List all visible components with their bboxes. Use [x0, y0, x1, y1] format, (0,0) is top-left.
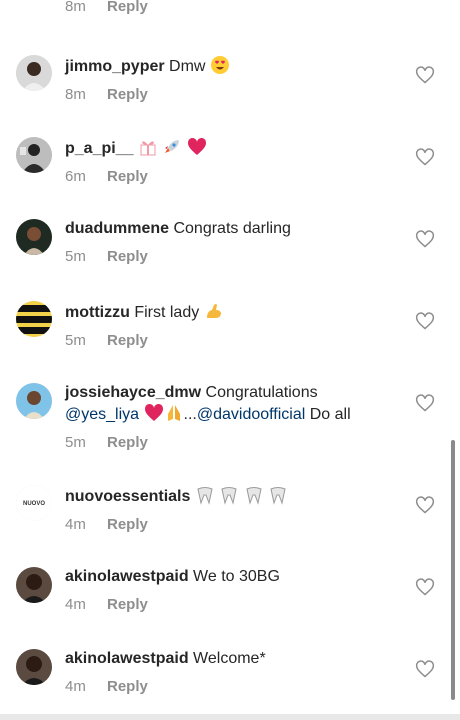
scrollbar[interactable] [451, 440, 455, 700]
comment-meta: 5m Reply [65, 247, 395, 267]
comment-time: 5m [65, 332, 86, 349]
comments-list: 8m Reply jimmo_pyper Dmw 8m Reply p_a_pi… [0, 0, 460, 720]
comment-meta: 8m Reply [65, 85, 395, 105]
heart-outline-icon[interactable] [415, 311, 435, 331]
tooth-emoji-icon [244, 485, 264, 505]
comment-time: 8m [65, 86, 86, 103]
heart-outline-icon[interactable] [415, 393, 435, 413]
reply-button[interactable]: Reply [107, 516, 148, 533]
tooth-emoji-icon [219, 485, 239, 505]
comment-time: 5m [65, 248, 86, 265]
reply-button[interactable]: Reply [107, 86, 148, 103]
bottom-edge [0, 714, 460, 720]
comment-text: nuovoessentials [65, 485, 395, 507]
comment-username[interactable]: jimmo_pyper [65, 58, 165, 75]
comment-username[interactable]: akinolawestpaid [65, 650, 189, 667]
heart-outline-icon[interactable] [415, 229, 435, 249]
comment-body: Congrats darling [173, 220, 291, 237]
avatar[interactable] [16, 301, 52, 337]
avatar[interactable] [16, 137, 52, 173]
comment-body: First lady [134, 304, 200, 321]
reply-button[interactable]: Reply [107, 332, 148, 349]
previous-comment-meta: 8m Reply [65, 0, 148, 15]
tooth-emoji-icon [268, 485, 288, 505]
comment-username[interactable]: mottizzu [65, 304, 130, 321]
comment-text: p_a_pi__ [65, 137, 395, 159]
comment-text: mottizzu First lady [65, 301, 395, 323]
comment-time: 4m [65, 516, 86, 533]
folded-hands-emoji-icon [164, 403, 184, 423]
reply-button[interactable]: Reply [107, 434, 148, 451]
heart-outline-icon[interactable] [415, 659, 435, 679]
red-heart-emoji-icon [144, 403, 164, 423]
comment-text: akinolawestpaid We to 30BG [65, 567, 395, 587]
reply-button[interactable]: Reply [107, 596, 148, 613]
heart-eyes-emoji-icon [210, 55, 230, 75]
tooth-emoji-icon [195, 485, 215, 505]
rocket-emoji-icon [162, 137, 182, 157]
comment-time: 4m [65, 678, 86, 695]
flexed-biceps-emoji-icon [204, 301, 224, 321]
heart-outline-icon[interactable] [415, 147, 435, 167]
mention-link[interactable]: @yes_liya [65, 406, 139, 423]
comment-meta: 5m Reply [65, 433, 395, 453]
comment-meta: 4m Reply [65, 677, 395, 697]
comment-time: 6m [65, 168, 86, 185]
comment-username[interactable]: p_a_pi__ [65, 140, 133, 157]
comment-body-continued: Do all [309, 406, 351, 423]
comment-username[interactable]: jossiehayce_dmw [65, 384, 201, 401]
reply-button[interactable]: Reply [107, 0, 148, 15]
comment-time: 5m [65, 434, 86, 451]
red-heart-emoji-icon [187, 137, 207, 157]
avatar[interactable] [16, 55, 52, 91]
comment-body: We to 30BG [193, 568, 280, 585]
comment-text: jimmo_pyper Dmw [65, 55, 395, 77]
reply-button[interactable]: Reply [107, 248, 148, 265]
ellipsis-text: ... [183, 406, 197, 423]
avatar[interactable] [16, 649, 52, 685]
heart-outline-icon[interactable] [415, 65, 435, 85]
reply-button[interactable]: Reply [107, 678, 148, 695]
comment-meta: 4m Reply [65, 595, 395, 615]
avatar[interactable]: NUOVO [16, 485, 52, 521]
comment-username[interactable]: akinolawestpaid [65, 568, 189, 585]
comment-text: akinolawestpaid Welcome* [65, 649, 395, 669]
reply-button[interactable]: Reply [107, 168, 148, 185]
comment-time: 8m [65, 0, 86, 15]
comment-meta: 4m Reply [65, 515, 395, 535]
comment-text: duadummene Congrats darling [65, 219, 395, 239]
comment-text: jossiehayce_dmw Congratulations @yes_liy… [65, 383, 395, 425]
comment-meta: 5m Reply [65, 331, 395, 351]
comment-meta: 6m Reply [65, 167, 395, 187]
gift-emoji-icon [138, 137, 158, 157]
comment-time: 4m [65, 596, 86, 613]
comment-username[interactable]: nuovoessentials [65, 488, 190, 505]
comment-body: Dmw [169, 58, 206, 75]
avatar[interactable] [16, 567, 52, 603]
comment-body: Welcome* [193, 650, 266, 667]
avatar[interactable] [16, 383, 52, 419]
mention-link[interactable]: @davidoofficial [197, 406, 305, 423]
comment-body: Congratulations [205, 384, 318, 401]
comment-username[interactable]: duadummene [65, 220, 169, 237]
heart-outline-icon[interactable] [415, 495, 435, 515]
avatar[interactable] [16, 219, 52, 255]
nuovo-logo-text: NUOVO [23, 501, 45, 507]
heart-outline-icon[interactable] [415, 577, 435, 597]
